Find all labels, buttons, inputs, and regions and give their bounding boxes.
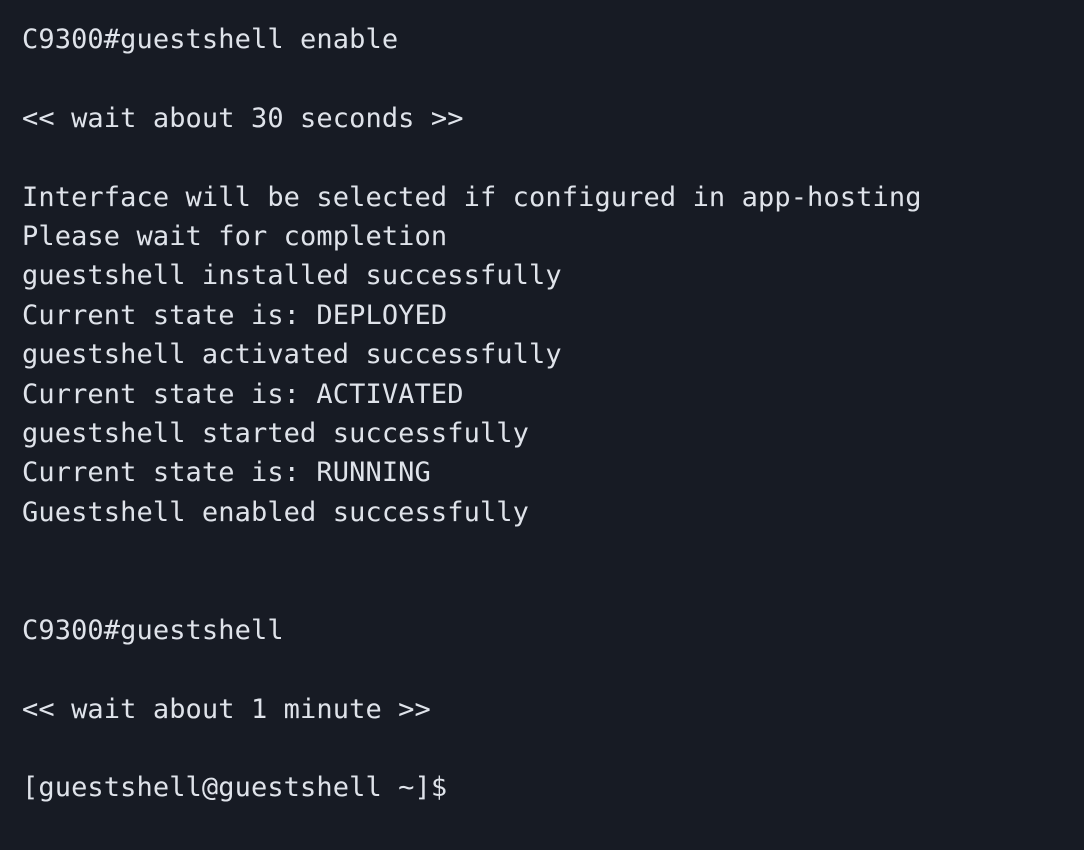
shell-prompt[interactable]: [guestshell@guestshell ~]$: [22, 768, 1084, 807]
state-line: Current state is: DEPLOYED: [22, 299, 448, 331]
output-line: guestshell installed successfully: [22, 260, 562, 292]
terminal-output[interactable]: C9300#guestshell enable << wait about 30…: [0, 0, 1084, 850]
wait-note: << wait about 30 seconds >>: [22, 102, 464, 134]
output-line: Guestshell enabled successfully: [22, 496, 530, 528]
output-line: guestshell activated successfully: [22, 339, 562, 371]
output-line: guestshell started successfully: [22, 417, 530, 449]
state-line: Current state is: RUNNING: [22, 457, 431, 489]
state-line: Current state is: ACTIVATED: [22, 378, 464, 410]
command-line: C9300#guestshell enable: [22, 24, 399, 55]
wait-note: << wait about 1 minute >>: [22, 693, 431, 725]
output-line: Please wait for completion: [22, 220, 448, 252]
output-line: Interface will be selected if configured…: [22, 181, 922, 213]
command-line: C9300#guestshell: [22, 614, 284, 646]
